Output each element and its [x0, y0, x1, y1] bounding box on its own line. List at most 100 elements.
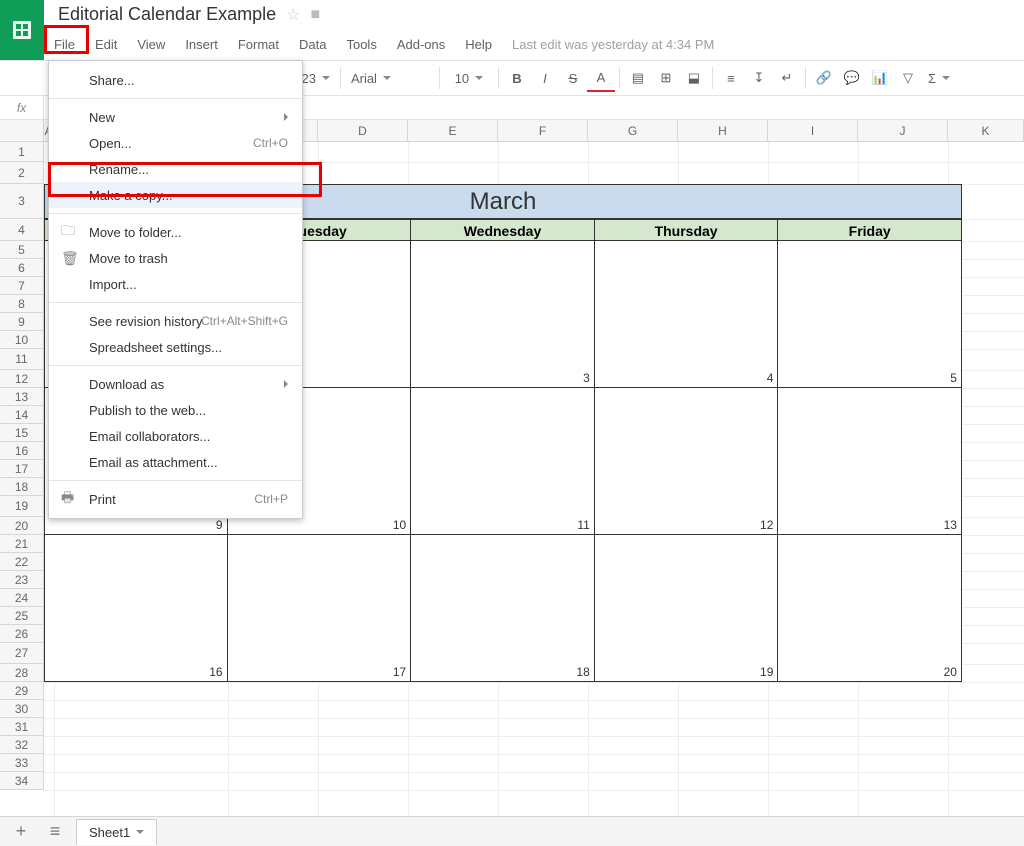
menu-format[interactable]: Format: [228, 31, 289, 58]
row-header-16[interactable]: 16: [0, 442, 44, 460]
row-header-9[interactable]: 9: [0, 313, 44, 331]
borders-icon[interactable]: ⊞: [652, 64, 680, 92]
row-header-22[interactable]: 22: [0, 553, 44, 571]
row-header-4[interactable]: 4: [0, 219, 44, 241]
valign-icon[interactable]: ↧: [745, 64, 773, 92]
sheets-logo[interactable]: [0, 0, 44, 60]
file-rename[interactable]: Rename...: [49, 156, 302, 182]
row-header-6[interactable]: 6: [0, 259, 44, 277]
calendar-cell[interactable]: 12: [595, 388, 779, 535]
file-revision-history[interactable]: See revision historyCtrl+Alt+Shift+G: [49, 308, 302, 334]
row-header-14[interactable]: 14: [0, 406, 44, 424]
row-header-34[interactable]: 34: [0, 772, 44, 790]
font-size-dropdown[interactable]: 10: [444, 64, 494, 92]
menu-file[interactable]: File: [44, 31, 85, 58]
calendar-cell[interactable]: 19: [595, 535, 779, 682]
col-header-j[interactable]: J: [858, 120, 948, 141]
row-header-24[interactable]: 24: [0, 589, 44, 607]
row-header-2[interactable]: 2: [0, 162, 44, 184]
menu-help[interactable]: Help: [455, 31, 502, 58]
row-header-12[interactable]: 12: [0, 370, 44, 388]
row-header-25[interactable]: 25: [0, 607, 44, 625]
row-header-30[interactable]: 30: [0, 700, 44, 718]
row-header-5[interactable]: 5: [0, 241, 44, 259]
row-header-26[interactable]: 26: [0, 625, 44, 643]
insert-link-icon[interactable]: 🔗: [810, 64, 838, 92]
row-header-18[interactable]: 18: [0, 478, 44, 496]
all-sheets-button[interactable]: ≡: [42, 819, 68, 845]
row-header-11[interactable]: 11: [0, 349, 44, 370]
strikethrough-icon[interactable]: S: [559, 64, 587, 92]
halign-icon[interactable]: ≡: [717, 64, 745, 92]
row-header-1[interactable]: 1: [0, 142, 44, 162]
insert-chart-icon[interactable]: 📊: [866, 64, 894, 92]
row-header-17[interactable]: 17: [0, 460, 44, 478]
calendar-cell[interactable]: 5: [778, 241, 962, 388]
calendar-cell[interactable]: 16: [44, 535, 228, 682]
text-color-icon[interactable]: A: [587, 64, 615, 92]
col-header-d[interactable]: D: [318, 120, 408, 141]
file-share[interactable]: Share...: [49, 67, 302, 93]
calendar-cell[interactable]: 13: [778, 388, 962, 535]
calendar-cell[interactable]: 4: [595, 241, 779, 388]
select-all-corner[interactable]: [0, 120, 44, 141]
menu-view[interactable]: View: [127, 31, 175, 58]
row-header-33[interactable]: 33: [0, 754, 44, 772]
menu-edit[interactable]: Edit: [85, 31, 127, 58]
col-header-g[interactable]: G: [588, 120, 678, 141]
wrap-icon[interactable]: ↵: [773, 64, 801, 92]
file-email-collaborators[interactable]: Email collaborators...: [49, 423, 302, 449]
file-move-trash[interactable]: 🗑Move to trash: [49, 245, 302, 271]
menu-insert[interactable]: Insert: [175, 31, 228, 58]
col-header-h[interactable]: H: [678, 120, 768, 141]
row-header-10[interactable]: 10: [0, 331, 44, 349]
row-header-32[interactable]: 32: [0, 736, 44, 754]
file-publish-web[interactable]: Publish to the web...: [49, 397, 302, 423]
row-header-21[interactable]: 21: [0, 535, 44, 553]
file-open[interactable]: Open...Ctrl+O: [49, 130, 302, 156]
col-header-f[interactable]: F: [498, 120, 588, 141]
col-header-e[interactable]: E: [408, 120, 498, 141]
menu-tools[interactable]: Tools: [336, 31, 386, 58]
doc-title[interactable]: Editorial Calendar Example: [58, 4, 276, 25]
row-header-13[interactable]: 13: [0, 388, 44, 406]
row-header-8[interactable]: 8: [0, 295, 44, 313]
sheet-tab-sheet1[interactable]: Sheet1: [76, 819, 157, 845]
font-family-dropdown[interactable]: Arial: [345, 64, 435, 92]
calendar-cell[interactable]: 11: [411, 388, 595, 535]
menu-addons[interactable]: Add-ons: [387, 31, 455, 58]
calendar-cell[interactable]: 20: [778, 535, 962, 682]
file-spreadsheet-settings[interactable]: Spreadsheet settings...: [49, 334, 302, 360]
row-header-28[interactable]: 28: [0, 664, 44, 682]
file-download-as[interactable]: Download as: [49, 371, 302, 397]
row-header-15[interactable]: 15: [0, 424, 44, 442]
menu-data[interactable]: Data: [289, 31, 336, 58]
calendar-cell[interactable]: 3: [411, 241, 595, 388]
row-header-20[interactable]: 20: [0, 517, 44, 535]
row-header-3[interactable]: 3: [0, 184, 44, 219]
add-sheet-button[interactable]: +: [8, 819, 34, 845]
row-header-19[interactable]: 19: [0, 496, 44, 517]
merge-cells-icon[interactable]: ⬓: [680, 64, 708, 92]
calendar-cell[interactable]: 18: [411, 535, 595, 682]
insert-comment-icon[interactable]: 💬: [838, 64, 866, 92]
star-icon[interactable]: ☆: [286, 5, 300, 25]
bold-icon[interactable]: B: [503, 64, 531, 92]
col-header-i[interactable]: I: [768, 120, 858, 141]
row-header-7[interactable]: 7: [0, 277, 44, 295]
file-new[interactable]: New: [49, 104, 302, 130]
file-make-copy[interactable]: Make a copy...: [49, 182, 302, 208]
file-move-folder[interactable]: 🗀Move to folder...: [49, 219, 302, 245]
italic-icon[interactable]: I: [531, 64, 559, 92]
filter-icon[interactable]: ▽: [894, 64, 922, 92]
row-header-23[interactable]: 23: [0, 571, 44, 589]
file-print[interactable]: 🖶PrintCtrl+P: [49, 486, 302, 512]
functions-dropdown[interactable]: Σ: [922, 64, 956, 92]
file-email-attachment[interactable]: Email as attachment...: [49, 449, 302, 475]
folder-icon[interactable]: ■: [310, 6, 320, 24]
file-import[interactable]: Import...: [49, 271, 302, 297]
calendar-cell[interactable]: 17: [228, 535, 412, 682]
col-header-k[interactable]: K: [948, 120, 1024, 141]
row-header-31[interactable]: 31: [0, 718, 44, 736]
row-header-29[interactable]: 29: [0, 682, 44, 700]
